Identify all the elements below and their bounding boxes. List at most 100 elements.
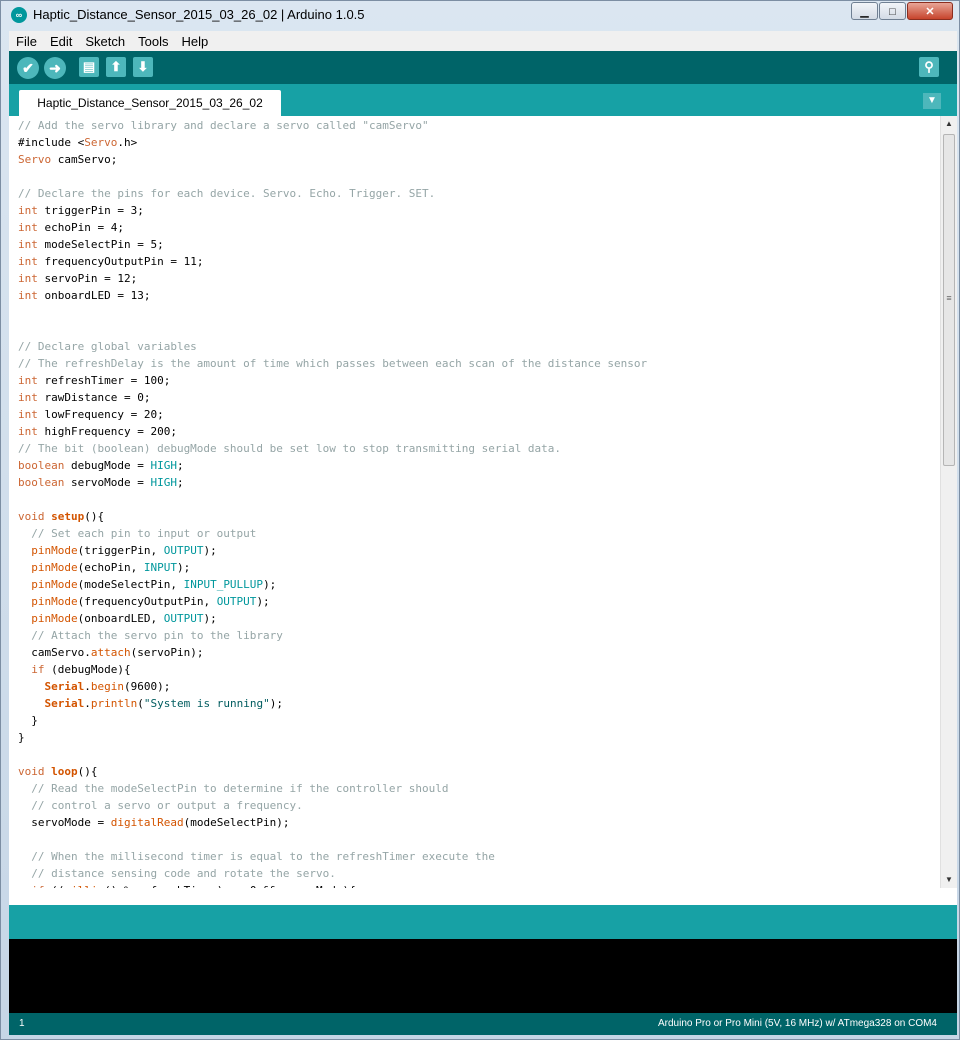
code-line[interactable] [18, 491, 647, 508]
code-token: } [18, 731, 25, 744]
code-line[interactable]: int frequencyOutputPin = 11; [18, 253, 647, 270]
tab-bar: Haptic_Distance_Sensor_2015_03_26_02 ▼ [9, 84, 957, 116]
code-token: OUTPUT [163, 612, 204, 625]
arduino-logo-icon: ∞ [11, 7, 27, 23]
code-token: #include < [18, 136, 85, 149]
window-title: Haptic_Distance_Sensor_2015_03_26_02 | A… [33, 7, 365, 22]
code-line[interactable]: #include <Servo.h> [18, 134, 647, 151]
code-token: HIGH [150, 476, 177, 489]
code-line[interactable]: boolean servoMode = HIGH; [18, 474, 647, 491]
code-token: if [31, 663, 45, 676]
menu-file[interactable]: File [9, 34, 43, 49]
code-token: int [18, 255, 38, 268]
code-line[interactable]: int modeSelectPin = 5; [18, 236, 647, 253]
code-line[interactable]: // Declare the pins for each device. Ser… [18, 185, 647, 202]
maximize-icon[interactable]: □ [879, 2, 906, 20]
code-line[interactable]: int onboardLED = 13; [18, 287, 647, 304]
code-line[interactable]: int triggerPin = 3; [18, 202, 647, 219]
line-number: 1 [19, 1018, 25, 1029]
scroll-down-icon[interactable]: ▼ [941, 872, 957, 888]
code-line[interactable]: Servo camServo; [18, 151, 647, 168]
code-token: // The refreshDelay is the amount of tim… [18, 357, 648, 370]
code-line[interactable] [18, 831, 647, 848]
code-token: refreshTimer = 100; [37, 374, 171, 387]
code-line[interactable]: // The bit (boolean) debugMode should be… [18, 440, 647, 457]
code-line[interactable] [18, 304, 647, 321]
code-line[interactable]: pinMode(onboardLED, OUTPUT); [18, 610, 647, 627]
code-token: int [18, 238, 38, 251]
code-line[interactable] [18, 321, 647, 338]
tab-menu-dropdown-icon[interactable]: ▼ [923, 93, 941, 109]
code-line[interactable]: Serial.begin(9600); [18, 678, 647, 695]
code-token: ( [137, 697, 144, 710]
code-line[interactable] [18, 746, 647, 763]
code-line[interactable]: // When the millisecond timer is equal t… [18, 848, 647, 865]
code-line[interactable]: // distance sensing code and rotate the … [18, 865, 647, 882]
title-bar[interactable]: ∞ Haptic_Distance_Sensor_2015_03_26_02 |… [1, 1, 959, 31]
code-token: boolean [18, 459, 65, 472]
code-line[interactable]: pinMode(triggerPin, OUTPUT); [18, 542, 647, 559]
code-line[interactable]: int servoPin = 12; [18, 270, 647, 287]
code-token: (modeSelectPin); [183, 816, 290, 829]
open-button[interactable]: ⬆ [106, 57, 126, 77]
vertical-scrollbar[interactable]: ▲ ≡ ▼ [940, 116, 957, 888]
menu-bar: File Edit Sketch Tools Help [9, 31, 957, 51]
save-button[interactable]: ⬇ [133, 57, 153, 77]
upload-button[interactable]: ➜ [44, 57, 66, 79]
code-line[interactable]: int lowFrequency = 20; [18, 406, 647, 423]
code-token: int [18, 221, 38, 234]
code-line[interactable]: int rawDistance = 0; [18, 389, 647, 406]
menu-tools[interactable]: Tools [131, 34, 174, 49]
code-token: pinMode [31, 595, 78, 608]
code-line[interactable]: // Declare global variables [18, 338, 647, 355]
code-line[interactable]: pinMode(modeSelectPin, INPUT_PULLUP); [18, 576, 647, 593]
code-line[interactable]: void setup(){ [18, 508, 647, 525]
scroll-up-icon[interactable]: ▲ [941, 116, 957, 132]
code-line[interactable]: int refreshTimer = 100; [18, 372, 647, 389]
code-line[interactable]: // Attach the servo pin to the library [18, 627, 647, 644]
minimize-icon[interactable]: ▁ [851, 2, 878, 20]
code-line[interactable]: // The refreshDelay is the amount of tim… [18, 355, 647, 372]
code-line[interactable]: pinMode(echoPin, INPUT); [18, 559, 647, 576]
code-line[interactable]: servoMode = digitalRead(modeSelectPin); [18, 814, 647, 831]
code-line[interactable]: // Set each pin to input or output [18, 525, 647, 542]
code-token: // The bit (boolean) debugMode should be… [18, 442, 562, 455]
code-line[interactable] [18, 168, 647, 185]
code-token: servoMode = [18, 816, 111, 829]
menu-help[interactable]: Help [174, 34, 214, 49]
code-line[interactable]: } [18, 729, 647, 746]
code-token: INPUT [143, 561, 177, 574]
scrollbar-thumb[interactable]: ≡ [943, 134, 955, 466]
code-token: loop [51, 765, 78, 778]
new-button[interactable]: ▤ [79, 57, 99, 77]
code-line[interactable]: pinMode(frequencyOutputPin, OUTPUT); [18, 593, 647, 610]
console-output[interactable] [9, 939, 957, 1013]
menu-sketch[interactable]: Sketch [78, 34, 131, 49]
code-line[interactable]: int highFrequency = 200; [18, 423, 647, 440]
serial-monitor-button[interactable]: ⚲ [919, 57, 939, 77]
tab-sketch[interactable]: Haptic_Distance_Sensor_2015_03_26_02 [19, 90, 281, 116]
close-icon[interactable]: ✕ [907, 2, 953, 20]
code-line[interactable]: if (debugMode){ [18, 661, 647, 678]
code-token: begin [90, 680, 124, 693]
code-line[interactable]: int echoPin = 4; [18, 219, 647, 236]
code-line[interactable]: } [18, 712, 647, 729]
code-token: void [18, 765, 45, 778]
code-line[interactable]: // Add the servo library and declare a s… [18, 117, 647, 134]
menu-edit[interactable]: Edit [43, 34, 78, 49]
code-line[interactable]: void loop(){ [18, 763, 647, 780]
code-line[interactable]: boolean debugMode = HIGH; [18, 457, 647, 474]
code-token: (frequencyOutputPin, [77, 595, 217, 608]
code-token: int [18, 374, 38, 387]
verify-button[interactable]: ✔ [17, 57, 39, 79]
code-line[interactable]: // Read the modeSelectPin to determine i… [18, 780, 647, 797]
code-line[interactable]: // control a servo or output a frequency… [18, 797, 647, 814]
code-token: boolean [18, 476, 65, 489]
code-editor[interactable]: // Add the servo library and declare a s… [9, 116, 957, 888]
code-line[interactable]: Serial.println("System is running"); [18, 695, 647, 712]
code-line[interactable]: camServo.attach(servoPin); [18, 644, 647, 661]
code-text[interactable]: // Add the servo library and declare a s… [18, 117, 647, 888]
